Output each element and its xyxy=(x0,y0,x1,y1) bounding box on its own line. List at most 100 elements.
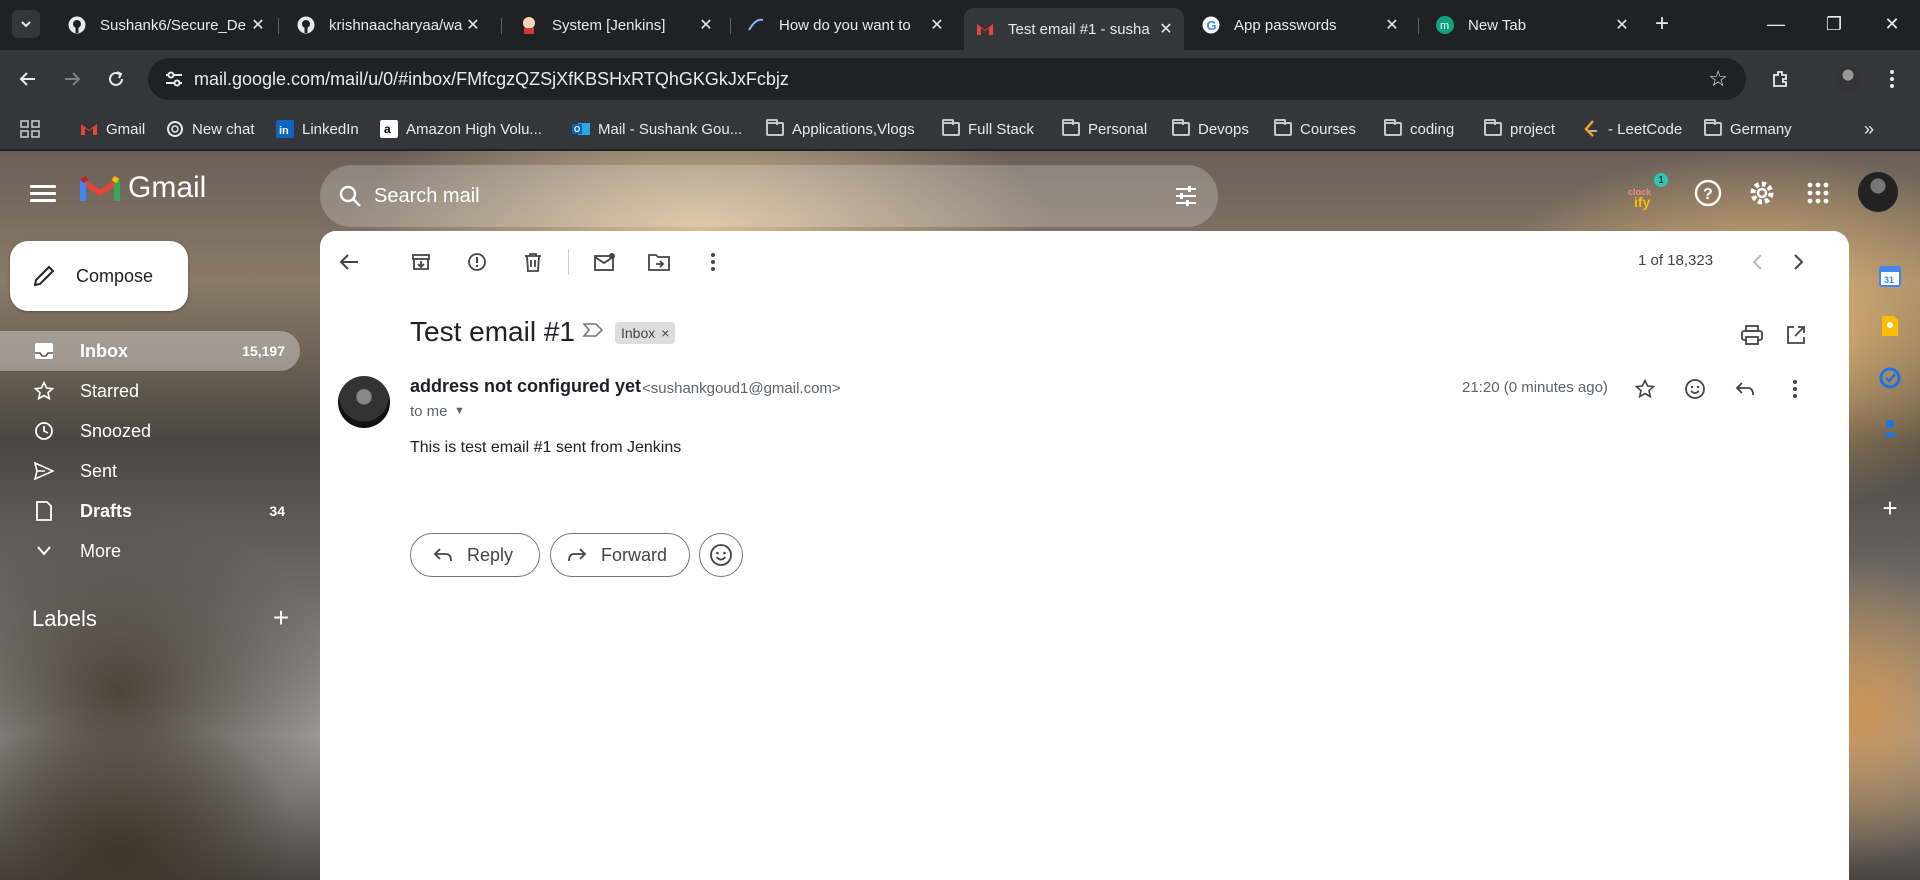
tab-github-secure[interactable]: Sushank6/Secure_De ✕ xyxy=(56,8,276,42)
bookmark-outlook[interactable]: O Mail - Sushank Gou... xyxy=(572,116,742,142)
close-tab-icon[interactable]: ✕ xyxy=(927,15,947,35)
back-to-inbox-icon[interactable] xyxy=(336,249,362,275)
tab-divider xyxy=(1418,18,1419,34)
remove-label-icon[interactable]: × xyxy=(661,325,669,341)
contacts-icon[interactable] xyxy=(1877,415,1903,441)
nav-starred[interactable]: Starred xyxy=(0,371,300,411)
close-tab-icon[interactable]: ✕ xyxy=(696,15,716,35)
main-menu-icon[interactable] xyxy=(30,181,56,206)
bookmark-folder-coding[interactable]: coding xyxy=(1384,116,1454,142)
browser-tab-strip: Sushank6/Secure_De ✕ krishnaacharyaa/wan… xyxy=(0,0,1920,50)
site-info-icon[interactable] xyxy=(154,71,194,87)
add-label-icon[interactable]: + xyxy=(266,602,296,634)
print-icon[interactable] xyxy=(1738,321,1766,349)
tab-search-button[interactable] xyxy=(12,10,40,38)
star-message-icon[interactable] xyxy=(1628,372,1662,406)
tab-new-tab[interactable]: m New Tab ✕ xyxy=(1424,8,1640,42)
bookmark-folder-full-stack[interactable]: Full Stack xyxy=(942,116,1034,142)
keep-icon[interactable] xyxy=(1877,313,1903,339)
show-details-icon[interactable]: ▼ xyxy=(454,405,465,417)
tab-jenkins[interactable]: System [Jenkins] ✕ xyxy=(508,8,724,42)
bookmark-folder-courses[interactable]: Courses xyxy=(1274,116,1356,142)
settings-gear-icon[interactable] xyxy=(1740,171,1784,215)
profile-avatar[interactable] xyxy=(1832,63,1864,95)
gmail-logo[interactable]: Gmail xyxy=(80,171,206,205)
report-spam-icon[interactable] xyxy=(464,249,490,275)
reload-button[interactable] xyxy=(100,63,132,95)
tasks-icon[interactable] xyxy=(1877,365,1903,391)
back-button[interactable] xyxy=(12,63,44,95)
close-tab-icon[interactable]: ✕ xyxy=(463,15,483,35)
tab-title: How do you want to xyxy=(779,16,911,34)
account-avatar[interactable] xyxy=(1858,172,1898,212)
folder-icon xyxy=(1484,119,1502,138)
message-more-icon[interactable] xyxy=(1778,372,1812,406)
tab-app-passwords[interactable]: G App passwords ✕ xyxy=(1190,8,1410,42)
bookmark-star-icon[interactable]: ☆ xyxy=(1708,66,1728,92)
reply-button[interactable]: Reply xyxy=(410,533,540,577)
clock-extension-icon[interactable]: clock ify 1 xyxy=(1628,171,1672,215)
get-addons-icon[interactable]: + xyxy=(1877,493,1903,523)
nav-snoozed[interactable]: Snoozed xyxy=(0,411,300,451)
newer-icon[interactable] xyxy=(1744,249,1770,275)
close-window-button[interactable]: ✕ xyxy=(1872,8,1912,40)
search-icon[interactable] xyxy=(338,184,362,208)
bookmark-folder-devops[interactable]: Devops xyxy=(1172,116,1249,142)
sender-name: address not configured yet xyxy=(410,376,642,396)
tab-github-krishna[interactable]: krishnaacharyaa/wan ✕ xyxy=(285,8,491,42)
bookmark-gmail[interactable]: Gmail xyxy=(80,116,145,142)
tab-gmail-active[interactable]: Test email #1 - susha ✕ xyxy=(964,8,1184,50)
bookmark-folder-germany[interactable]: Germany xyxy=(1704,116,1792,142)
calendar-icon[interactable]: 31 xyxy=(1877,263,1903,289)
emoji-reaction-button[interactable] xyxy=(699,533,743,577)
apps-grid-icon[interactable] xyxy=(20,116,40,142)
more-options-icon[interactable] xyxy=(700,249,726,275)
add-reaction-icon[interactable] xyxy=(1678,372,1712,406)
bookmark-folder-applications[interactable]: Applications,Vlogs xyxy=(766,116,915,142)
close-tab-icon[interactable]: ✕ xyxy=(1382,15,1402,35)
address-bar[interactable]: mail.google.com/mail/u/0/#inbox/FMfcgzQZ… xyxy=(148,58,1746,100)
search-input[interactable] xyxy=(374,181,974,211)
forward-button[interactable] xyxy=(56,63,88,95)
minimize-button[interactable]: — xyxy=(1756,8,1796,40)
sender-email: <sushankgoud1@gmail.com> xyxy=(642,380,841,397)
bookmark-amazon[interactable]: a Amazon High Volu... xyxy=(380,116,542,142)
bookmark-folder-project[interactable]: project xyxy=(1484,116,1555,142)
close-tab-icon[interactable]: ✕ xyxy=(1156,19,1176,39)
browser-menu-icon[interactable] xyxy=(1876,63,1908,95)
extensions-icon[interactable] xyxy=(1764,63,1796,95)
more-bookmarks-icon[interactable]: » xyxy=(1864,116,1874,142)
tab-perplexity[interactable]: How do you want to ✕ xyxy=(735,8,955,42)
move-to-icon[interactable] xyxy=(646,249,672,275)
jenkins-icon xyxy=(520,16,538,34)
forward-button[interactable]: Forward xyxy=(550,533,690,577)
bookmark-leetcode[interactable]: - LeetCode xyxy=(1582,116,1682,142)
bookmark-new-chat[interactable]: New chat xyxy=(166,116,255,142)
new-tab-button[interactable]: + xyxy=(1648,10,1676,38)
open-new-window-icon[interactable] xyxy=(1782,321,1810,349)
nav-more[interactable]: More xyxy=(0,531,300,571)
compose-button[interactable]: Compose xyxy=(10,241,188,311)
inbox-icon xyxy=(34,341,54,361)
nav-sent[interactable]: Sent xyxy=(0,451,300,491)
mark-unread-icon[interactable] xyxy=(592,249,618,275)
sender-avatar[interactable] xyxy=(338,376,390,428)
archive-icon[interactable] xyxy=(408,249,434,275)
delete-icon[interactable] xyxy=(520,249,546,275)
reply-icon[interactable] xyxy=(1728,372,1762,406)
reply-label: Reply xyxy=(467,544,514,565)
nav-drafts[interactable]: Drafts 34 xyxy=(0,491,300,531)
importance-marker-icon[interactable] xyxy=(582,322,604,343)
close-tab-icon[interactable]: ✕ xyxy=(248,15,268,35)
older-icon[interactable] xyxy=(1786,249,1812,275)
restore-button[interactable]: ❐ xyxy=(1814,8,1854,40)
nav-inbox[interactable]: Inbox 15,197 xyxy=(0,331,300,371)
url-text: mail.google.com/mail/u/0/#inbox/FMfcgzQZ… xyxy=(194,68,789,89)
google-apps-icon[interactable] xyxy=(1796,171,1840,215)
smiley-icon xyxy=(710,544,732,566)
bookmark-folder-personal[interactable]: Personal xyxy=(1062,116,1147,142)
bookmark-linkedin[interactable]: in LinkedIn xyxy=(276,116,359,142)
help-icon[interactable]: ? xyxy=(1686,171,1730,215)
search-options-icon[interactable] xyxy=(1174,184,1198,208)
close-tab-icon[interactable]: ✕ xyxy=(1612,15,1632,35)
